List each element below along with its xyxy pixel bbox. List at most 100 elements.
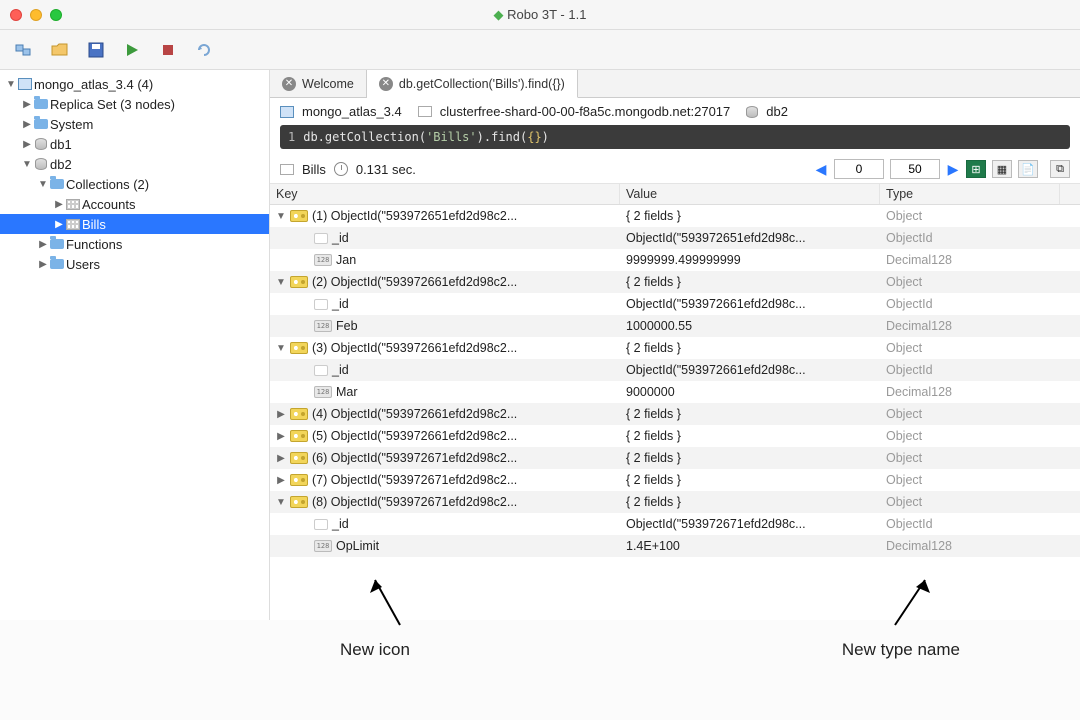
result-row[interactable]: ▶ (7) ObjectId("593972671efd2d98c2... { 2 … <box>270 469 1080 491</box>
tree-item-functions[interactable]: ▶Functions <box>0 234 269 254</box>
tree-item-server[interactable]: ▼mongo_atlas_3.4 (4) <box>0 74 269 94</box>
result-row[interactable]: 128OpLimit1.4E+100Decimal128 <box>270 535 1080 557</box>
document-icon <box>290 276 308 288</box>
row-value: { 2 fields } <box>620 471 880 489</box>
result-row[interactable]: ▼(1) ObjectId("593972651efd2d98c2...{ 2 … <box>270 205 1080 227</box>
prev-page-button[interactable]: ◀ <box>814 162 828 176</box>
row-key: (4) ObjectId("593972661efd2d98c2... <box>312 407 517 421</box>
main-toolbar <box>0 30 1080 70</box>
result-row[interactable]: ▼(2) ObjectId("593972661efd2d98c2...{ 2 … <box>270 271 1080 293</box>
expand-toggle-icon[interactable]: ▶ <box>276 453 286 464</box>
col-value[interactable]: Value <box>620 184 880 204</box>
row-value: { 2 fields } <box>620 427 880 445</box>
result-row[interactable]: ▶(5) ObjectId("593972661efd2d98c2...{ 2 … <box>270 425 1080 447</box>
text-view-button[interactable]: 📄 <box>1018 160 1038 178</box>
expand-view-button[interactable]: ⧉ <box>1050 160 1070 178</box>
decimal128-icon: 128 <box>314 540 332 552</box>
next-page-button[interactable]: ▶ <box>946 162 960 176</box>
skip-input[interactable] <box>834 159 884 179</box>
tree-view-button[interactable]: ⊞ <box>966 160 986 178</box>
execute-icon[interactable] <box>122 40 142 60</box>
annot-new-icon: New icon <box>340 640 410 660</box>
field-icon <box>314 365 328 376</box>
connect-icon[interactable] <box>14 40 34 60</box>
result-row[interactable]: _idObjectId("593972651efd2d98c...ObjectI… <box>270 227 1080 249</box>
expand-toggle-icon[interactable]: ▶ <box>276 409 286 420</box>
result-row[interactable]: ▼(8) ObjectId("593972671efd2d98c2...{ 2 … <box>270 491 1080 513</box>
row-value: 9999999.499999999 <box>620 251 880 269</box>
result-grid[interactable]: ▼ (1) ObjectId("593972651efd2d98c2... { 2 … <box>270 205 1080 620</box>
connection-info: mongo_atlas_3.4 clusterfree-shard-00-00-… <box>270 98 1080 123</box>
minimize-window-icon[interactable] <box>30 9 42 21</box>
row-type: ObjectId <box>880 515 1060 533</box>
stop-icon[interactable] <box>158 40 178 60</box>
collection-name: Bills <box>302 162 326 177</box>
open-icon[interactable] <box>50 40 70 60</box>
rotate-icon[interactable] <box>194 40 214 60</box>
expand-toggle-icon[interactable]: ▶ <box>276 431 286 442</box>
result-row[interactable]: 128Feb1000000.55Decimal128 <box>270 315 1080 337</box>
row-key: (1) ObjectId("593972651efd2d98c2... <box>312 209 517 223</box>
row-type: ObjectId <box>880 229 1060 247</box>
titlebar: ◆ Robo 3T - 1.1 <box>0 0 1080 30</box>
col-type[interactable]: Type <box>880 184 1060 204</box>
result-row[interactable]: _idObjectId("593972661efd2d98c...ObjectI… <box>270 359 1080 381</box>
server-icon <box>280 106 294 118</box>
row-type: Object <box>880 339 1060 357</box>
row-key: (7) ObjectId("593972671efd2d98c2... <box>312 473 517 487</box>
tree-item-db1[interactable]: ▶db1 <box>0 134 269 154</box>
clock-icon <box>334 162 348 176</box>
document-icon <box>290 342 308 354</box>
close-icon[interactable]: ✕ <box>379 77 393 91</box>
row-value: { 2 fields } <box>620 493 880 511</box>
query-editor[interactable]: 1 db.getCollection('Bills').find({}) <box>280 125 1070 149</box>
col-key[interactable]: Key <box>270 184 620 204</box>
close-window-icon[interactable] <box>10 9 22 21</box>
result-toolbar: Bills 0.131 sec. ◀ ▶ ⊞ ▦ 📄 ⧉ <box>270 155 1080 184</box>
tree-item-accounts[interactable]: ▶Accounts <box>0 194 269 214</box>
expand-toggle-icon[interactable]: ▼ <box>276 343 286 354</box>
row-key: _id <box>332 517 349 531</box>
save-icon[interactable] <box>86 40 106 60</box>
row-value: ObjectId("593972671efd2d98c... <box>620 515 880 533</box>
row-key: _id <box>332 363 349 377</box>
expand-toggle-icon[interactable]: ▼ <box>276 277 286 288</box>
arrow-annot-icon <box>880 575 940 635</box>
result-row[interactable]: _idObjectId("593972661efd2d98c...ObjectI… <box>270 293 1080 315</box>
document-icon <box>290 496 308 508</box>
result-row[interactable]: 128Mar9000000Decimal128 <box>270 381 1080 403</box>
tree-item-users[interactable]: ▶Users <box>0 254 269 274</box>
row-type: Decimal128 <box>880 383 1060 401</box>
expand-toggle-icon[interactable]: ▼ <box>276 211 286 222</box>
result-row[interactable]: ▶(6) ObjectId("593972671efd2d98c2...{ 2 … <box>270 447 1080 469</box>
tree-item-system[interactable]: ▶System <box>0 114 269 134</box>
result-row[interactable]: _id ObjectId("593972671efd2d98c...ObjectI… <box>270 513 1080 535</box>
row-key: Jan <box>336 253 356 267</box>
expand-toggle-icon[interactable]: ▼ <box>276 497 286 508</box>
field-icon <box>314 233 328 244</box>
tree-item-db2[interactable]: ▼db2 <box>0 154 269 174</box>
row-type: Object <box>880 427 1060 445</box>
row-value: { 2 fields } <box>620 339 880 357</box>
connection-tree[interactable]: ▼mongo_atlas_3.4 (4) ▶Replica Set (3 nod… <box>0 70 270 620</box>
result-row[interactable]: 128Jan9999999.499999999Decimal128 <box>270 249 1080 271</box>
tab-query[interactable]: ✕db.getCollection('Bills').find({}) <box>367 70 578 98</box>
row-value: ObjectId("593972661efd2d98c... <box>620 361 880 379</box>
document-icon <box>290 474 308 486</box>
tab-welcome[interactable]: ✕Welcome <box>270 70 367 97</box>
window-title: Robo 3T - 1.1 <box>507 7 586 22</box>
row-type: Decimal128 <box>880 317 1060 335</box>
result-row[interactable]: ▶(4) ObjectId("593972661efd2d98c2...{ 2 … <box>270 403 1080 425</box>
tree-item-replica[interactable]: ▶Replica Set (3 nodes) <box>0 94 269 114</box>
maximize-window-icon[interactable] <box>50 9 62 21</box>
tree-item-bills[interactable]: ▶Bills <box>0 214 269 234</box>
tree-item-collections[interactable]: ▼Collections (2) <box>0 174 269 194</box>
result-row[interactable]: ▼(3) ObjectId("593972661efd2d98c2...{ 2 … <box>270 337 1080 359</box>
row-key: Mar <box>336 385 358 399</box>
expand-toggle-icon[interactable]: ▶ <box>276 475 286 486</box>
row-value: { 2 fields } <box>620 273 880 291</box>
table-view-button[interactable]: ▦ <box>992 160 1012 178</box>
limit-input[interactable] <box>890 159 940 179</box>
close-icon[interactable]: ✕ <box>282 77 296 91</box>
host-icon <box>418 106 432 117</box>
